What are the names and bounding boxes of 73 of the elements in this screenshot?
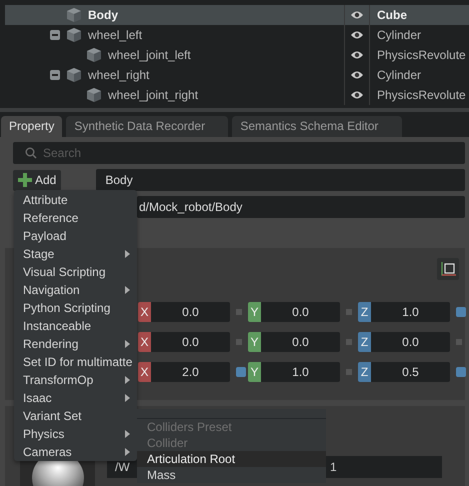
panel-tab[interactable]: Property xyxy=(1,116,62,137)
eye-icon[interactable] xyxy=(350,10,364,20)
menu-item[interactable]: Instanceable xyxy=(14,317,137,335)
menu-item[interactable]: Reference xyxy=(14,209,137,227)
menu-item[interactable]: Mass xyxy=(137,467,326,483)
search-icon xyxy=(25,147,37,159)
submenu-arrow-icon xyxy=(125,376,130,384)
number-field[interactable]: X 2.0 xyxy=(138,362,230,382)
submenu-arrow-icon xyxy=(125,430,130,438)
number-field[interactable]: Y 0.0 xyxy=(248,332,340,352)
override-indicator[interactable] xyxy=(456,367,466,377)
eye-icon[interactable] xyxy=(350,30,364,40)
override-indicator[interactable] xyxy=(456,307,466,317)
prim-name: wheel_joint_right xyxy=(108,88,198,102)
menu-item[interactable]: TransformOp xyxy=(14,371,137,389)
tree-row[interactable]: wheel_left Cylinder xyxy=(5,25,469,45)
cube-icon xyxy=(86,47,102,63)
path-field[interactable]: d/Mock_robot/Body xyxy=(137,196,465,218)
prim-name: wheel_right xyxy=(88,68,150,82)
cube-icon xyxy=(86,87,102,103)
number-field[interactable]: Y 1.0 xyxy=(248,362,340,382)
menu-item[interactable]: Set ID for multimatte xyxy=(14,353,137,371)
number-field[interactable]: X 0.0 xyxy=(138,302,230,322)
menu-item[interactable]: Payload xyxy=(14,227,137,245)
menu-item[interactable]: Stage xyxy=(14,245,137,263)
eye-icon[interactable] xyxy=(350,90,364,100)
prim-type: Cylinder xyxy=(377,28,422,42)
panel-tab[interactable]: Synthetic Data Recorder xyxy=(66,116,228,137)
menu-item[interactable]: Attribute xyxy=(14,191,137,209)
axes-icon[interactable] xyxy=(437,258,459,280)
submenu-arrow-icon xyxy=(125,394,130,402)
name-field[interactable]: Body xyxy=(96,169,465,191)
menu-item[interactable]: Visual Scripting xyxy=(14,263,137,281)
menu-item[interactable]: Isaac xyxy=(14,389,137,407)
prim-name: wheel_left xyxy=(88,28,142,42)
cube-icon xyxy=(66,7,82,23)
menu-item[interactable]: Rendering xyxy=(14,335,137,353)
submenu-arrow-icon xyxy=(125,448,130,456)
number-field[interactable]: Y 0.0 xyxy=(248,302,340,322)
tree-row[interactable]: Body Cube xyxy=(5,5,469,25)
menu-item[interactable]: Physics xyxy=(14,425,137,443)
prim-name: wheel_joint_left xyxy=(108,48,191,62)
submenu-arrow-icon xyxy=(125,286,130,294)
collapse-icon[interactable] xyxy=(50,70,60,80)
override-indicator[interactable] xyxy=(236,367,246,377)
number-field[interactable]: X 0.0 xyxy=(138,332,230,352)
prim-type: Cube xyxy=(377,8,407,22)
number-field[interactable]: Z 0.5 xyxy=(358,362,450,382)
add-button[interactable]: Add xyxy=(13,170,62,190)
eye-icon[interactable] xyxy=(350,70,364,80)
material-value-field[interactable]: 1 xyxy=(326,456,442,478)
prim-type: PhysicsRevolute xyxy=(377,48,466,62)
prim-type: Cylinder xyxy=(377,68,422,82)
cube-icon xyxy=(66,67,82,83)
menu-item[interactable]: Navigation xyxy=(14,281,137,299)
submenu-arrow-icon xyxy=(125,340,130,348)
menu-item[interactable]: Variant Set xyxy=(14,407,137,425)
menu-item[interactable]: Articulation Root xyxy=(137,451,326,467)
panel-tab[interactable]: Semantics Schema Editor xyxy=(232,116,402,137)
menu-item[interactable]: Python Scripting xyxy=(14,299,137,317)
prim-name: Body xyxy=(88,8,118,22)
prim-type: PhysicsRevolute xyxy=(377,88,466,102)
number-field[interactable]: Z 0.0 xyxy=(358,332,450,352)
search-field[interactable]: Search xyxy=(13,142,465,164)
tree-row[interactable]: wheel_joint_left PhysicsRevolute xyxy=(5,45,469,65)
number-field[interactable]: Z 1.0 xyxy=(358,302,450,322)
tree-row[interactable]: wheel_joint_right PhysicsRevolute xyxy=(5,85,469,105)
plus-icon xyxy=(18,173,32,187)
eye-icon[interactable] xyxy=(350,50,364,60)
collapse-icon[interactable] xyxy=(50,30,60,40)
cube-icon xyxy=(66,27,82,43)
submenu-arrow-icon xyxy=(125,250,130,258)
tree-row[interactable]: wheel_right Cylinder xyxy=(5,65,469,85)
